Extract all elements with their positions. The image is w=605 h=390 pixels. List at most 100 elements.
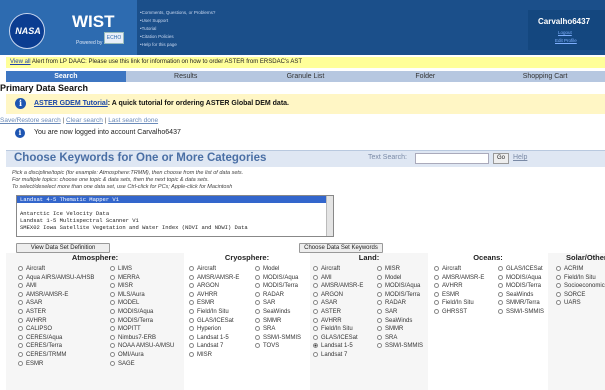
radio-button[interactable] xyxy=(110,283,115,289)
tab-folder[interactable]: Folder xyxy=(365,71,485,82)
atmosphere-option[interactable]: ASAR xyxy=(18,299,94,308)
cryosphere-option[interactable]: MODIS/Aqua xyxy=(255,274,301,283)
solar-option[interactable]: SORCE xyxy=(556,291,605,300)
radio-button[interactable] xyxy=(189,283,194,289)
atmosphere-option[interactable]: CALIPSO xyxy=(18,325,94,334)
radio-button[interactable] xyxy=(18,360,23,366)
cryosphere-option[interactable]: TOVS xyxy=(255,342,301,351)
radio-button[interactable] xyxy=(377,317,382,323)
radio-button[interactable] xyxy=(498,300,503,306)
radio-button[interactable] xyxy=(110,360,115,366)
text-search-input[interactable] xyxy=(415,153,489,164)
atmosphere-option[interactable]: AMSR/AMSR-E xyxy=(18,291,94,300)
solar-option[interactable]: Field/In Situ xyxy=(556,274,605,283)
land-option[interactable]: ARGON xyxy=(313,291,363,300)
radio-button[interactable] xyxy=(255,334,260,340)
radio-button[interactable] xyxy=(189,308,194,314)
radio-button[interactable] xyxy=(434,300,439,306)
oceans-option[interactable]: AMSR/AMSR-E xyxy=(434,274,484,283)
radio-button[interactable] xyxy=(556,274,561,280)
atmosphere-option[interactable]: ASTER xyxy=(18,308,94,317)
cryosphere-option[interactable]: Aircraft xyxy=(189,265,239,274)
radio-button[interactable] xyxy=(377,291,382,297)
atmosphere-option[interactable]: LIMS xyxy=(110,265,174,274)
cryosphere-option[interactable]: ARGON xyxy=(189,282,239,291)
oceans-option[interactable]: MODIS/Terra xyxy=(498,282,544,291)
radio-button[interactable] xyxy=(556,266,561,271)
radio-button[interactable] xyxy=(377,326,382,332)
header-link-citation[interactable]: •Citation Policies xyxy=(140,33,215,41)
radio-button[interactable] xyxy=(313,266,318,271)
atmosphere-option[interactable]: MLS/Aura xyxy=(110,291,174,300)
radio-button[interactable] xyxy=(189,326,194,332)
oceans-option[interactable]: GLAS/ICESat xyxy=(498,265,544,274)
radio-button[interactable] xyxy=(189,343,194,349)
radio-button[interactable] xyxy=(255,291,260,297)
radio-button[interactable] xyxy=(434,266,439,271)
cryosphere-option[interactable]: AMSR/AMSR-E xyxy=(189,274,239,283)
radio-button[interactable] xyxy=(434,291,439,297)
radio-button[interactable] xyxy=(18,300,23,306)
atmosphere-option[interactable]: MISR xyxy=(110,282,174,291)
radio-button[interactable] xyxy=(377,300,382,306)
dataset-option[interactable] xyxy=(17,203,333,210)
radio-button[interactable] xyxy=(377,334,382,340)
radio-button[interactable] xyxy=(255,343,260,349)
radio-button[interactable] xyxy=(313,343,318,349)
atmosphere-option[interactable]: MODEL xyxy=(110,299,174,308)
radio-button[interactable] xyxy=(313,326,318,332)
help-link[interactable]: Help xyxy=(513,154,527,161)
oceans-option[interactable]: Field/In Situ xyxy=(434,299,484,308)
view-all-link[interactable]: View all xyxy=(10,59,31,65)
radio-button[interactable] xyxy=(313,274,318,280)
radio-button[interactable] xyxy=(255,326,260,332)
land-option[interactable]: Landsat 7 xyxy=(313,351,363,360)
radio-button[interactable] xyxy=(110,300,115,306)
cryosphere-option[interactable]: Landsat 7 xyxy=(189,342,239,351)
cryosphere-option[interactable]: Model xyxy=(255,265,301,274)
land-option[interactable]: SMMR xyxy=(377,325,423,334)
cryosphere-option[interactable]: Landsat 1-5 xyxy=(189,334,239,343)
land-option[interactable]: AMI xyxy=(313,274,363,283)
land-option[interactable]: Aircraft xyxy=(313,265,363,274)
atmosphere-option[interactable]: Nimbus7-ERB xyxy=(110,334,174,343)
atmosphere-option[interactable]: Aqua AIRS/AMSU-A/HSB xyxy=(18,274,94,283)
atmosphere-option[interactable]: AVHRR xyxy=(18,317,94,326)
radio-button[interactable] xyxy=(434,308,439,314)
radio-button[interactable] xyxy=(313,283,318,289)
last-search-link[interactable]: Last search done xyxy=(108,117,158,124)
solar-option[interactable]: UARS xyxy=(556,299,605,308)
radio-button[interactable] xyxy=(313,308,318,314)
land-option[interactable]: SRA xyxy=(377,334,423,343)
radio-button[interactable] xyxy=(18,334,23,340)
radio-button[interactable] xyxy=(18,351,23,357)
tab-results[interactable]: Results xyxy=(126,71,246,82)
radio-button[interactable] xyxy=(377,343,382,349)
radio-button[interactable] xyxy=(110,291,115,297)
radio-button[interactable] xyxy=(377,274,382,280)
radio-button[interactable] xyxy=(556,283,561,289)
edit-profile-link[interactable]: Edit Profile xyxy=(555,38,577,43)
tab-granule-list[interactable]: Granule List xyxy=(246,71,366,82)
oceans-option[interactable]: SSM/I-SMMIS xyxy=(498,308,544,317)
radio-button[interactable] xyxy=(313,300,318,306)
solar-option[interactable]: ACRIM xyxy=(556,265,605,274)
radio-button[interactable] xyxy=(377,283,382,289)
cryosphere-option[interactable]: Hyperion xyxy=(189,325,239,334)
radio-button[interactable] xyxy=(189,274,194,280)
cryosphere-option[interactable]: SRA xyxy=(255,325,301,334)
header-link-user-support[interactable]: •User Support xyxy=(140,17,215,25)
radio-button[interactable] xyxy=(110,317,115,323)
radio-button[interactable] xyxy=(556,300,561,306)
radio-button[interactable] xyxy=(434,283,439,289)
atmosphere-option[interactable]: NOAA AMSU-A/MSU xyxy=(110,342,174,351)
cryosphere-option[interactable]: SMMR xyxy=(255,317,301,326)
logout-link[interactable]: Logout xyxy=(558,30,572,35)
atmosphere-option[interactable]: MOPITT xyxy=(110,325,174,334)
radio-button[interactable] xyxy=(255,308,260,314)
radio-button[interactable] xyxy=(255,317,260,323)
header-link-help[interactable]: •Help for this page xyxy=(140,41,215,49)
atmosphere-option[interactable]: CERES/TRMM xyxy=(18,351,94,360)
atmosphere-option[interactable]: OMI/Aura xyxy=(110,351,174,360)
view-data-set-definition-button[interactable]: View Data Set Definition xyxy=(16,243,110,253)
